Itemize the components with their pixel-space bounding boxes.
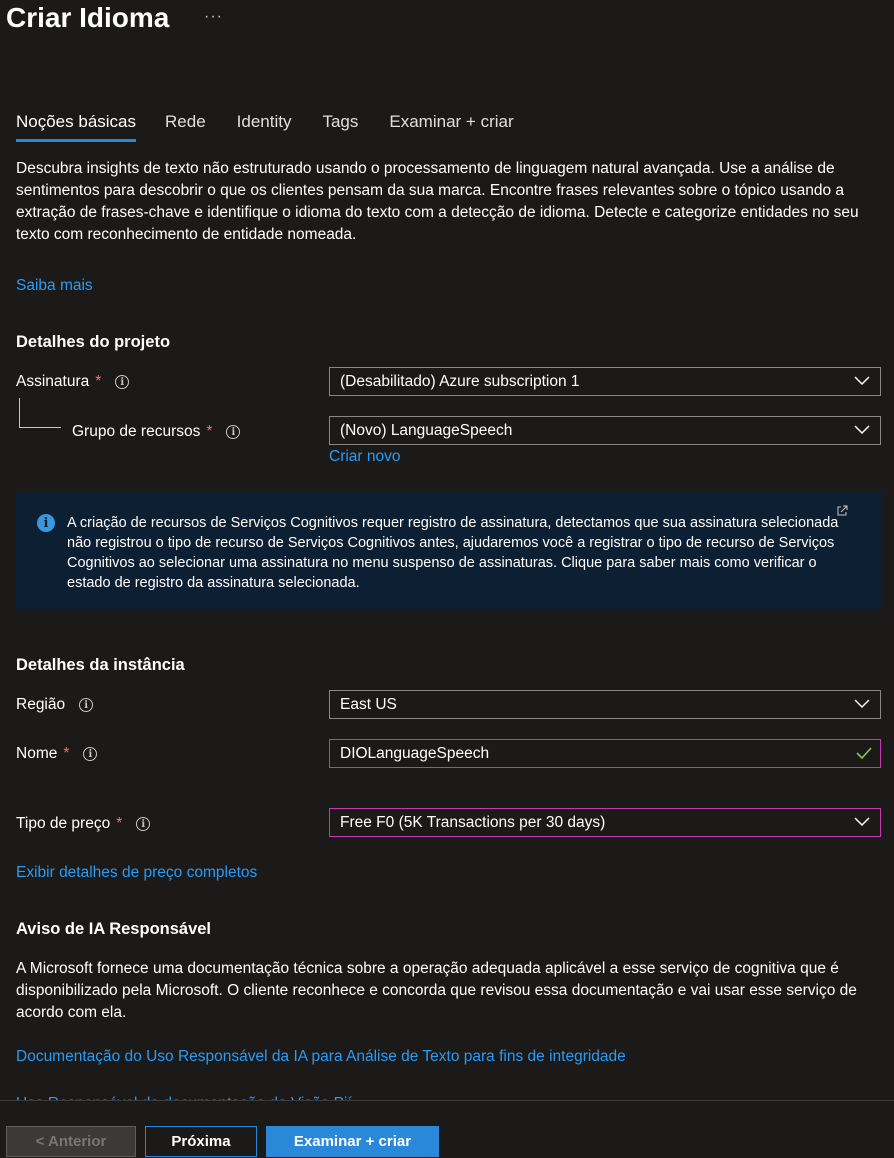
region-select[interactable]: East US bbox=[329, 690, 881, 719]
required-marker: * bbox=[206, 423, 213, 440]
tab-bar: Noções básicas Rede Identity Tags Examin… bbox=[16, 110, 545, 142]
responsible-ai-heading: Aviso de IA Responsável bbox=[16, 920, 212, 938]
resource-group-label-text: Grupo de recursos bbox=[72, 423, 201, 440]
learn-more-link[interactable]: Saiba mais bbox=[16, 277, 93, 295]
subscription-value: (Desabilitado) Azure subscription 1 bbox=[340, 372, 580, 390]
subscription-select[interactable]: (Desabilitado) Azure subscription 1 bbox=[329, 367, 881, 396]
subscription-label: Assinatura * i bbox=[16, 373, 130, 391]
chevron-down-icon bbox=[854, 699, 870, 709]
external-link-icon[interactable] bbox=[836, 505, 848, 517]
name-input[interactable]: DIOLanguageSpeech bbox=[329, 739, 881, 768]
info-icon[interactable]: i bbox=[226, 425, 241, 439]
resource-group-select[interactable]: (Novo) LanguageSpeech bbox=[329, 416, 881, 445]
tab-review-create[interactable]: Examinar + criar bbox=[389, 110, 513, 142]
create-new-link[interactable]: Criar novo bbox=[329, 448, 401, 466]
region-label-text: Região bbox=[16, 696, 66, 713]
required-marker: * bbox=[63, 745, 70, 762]
info-filled-icon: i bbox=[37, 514, 55, 532]
required-marker: * bbox=[95, 373, 102, 390]
pricing-tier-label-text: Tipo de preço bbox=[16, 815, 111, 832]
pricing-tier-select[interactable]: Free F0 (5K Transactions per 30 days) bbox=[329, 808, 881, 837]
name-label-text: Nome bbox=[16, 745, 58, 762]
resource-group-label: Grupo de recursos * i bbox=[72, 423, 241, 441]
info-icon[interactable]: i bbox=[136, 817, 151, 831]
review-create-button[interactable]: Examinar + criar bbox=[266, 1126, 439, 1157]
previous-button[interactable]: < Anterior bbox=[6, 1126, 136, 1157]
tree-connector-vertical bbox=[19, 398, 20, 427]
chevron-down-icon bbox=[854, 817, 870, 827]
instance-details-heading: Detalhes da instância bbox=[16, 656, 185, 674]
tab-network[interactable]: Rede bbox=[165, 110, 206, 142]
responsible-ai-doc-link[interactable]: Documentação do Uso Responsável da IA pa… bbox=[16, 1048, 626, 1066]
footer-divider bbox=[0, 1100, 894, 1101]
tab-tags[interactable]: Tags bbox=[322, 110, 358, 142]
page-title: Criar Idioma bbox=[6, 2, 170, 33]
name-label: Nome * i bbox=[16, 745, 98, 763]
pricing-tier-label: Tipo de preço * i bbox=[16, 815, 151, 833]
chevron-down-icon bbox=[854, 425, 870, 435]
name-value: DIOLanguageSpeech bbox=[340, 744, 490, 762]
project-details-heading: Detalhes do projeto bbox=[16, 333, 171, 351]
banner-message: A criação de recursos de Serviços Cognit… bbox=[67, 515, 839, 591]
info-icon[interactable]: i bbox=[83, 747, 98, 761]
region-value: East US bbox=[340, 695, 397, 713]
pricing-tier-value: Free F0 (5K Transactions per 30 days) bbox=[340, 813, 606, 831]
pricing-details-link[interactable]: Exibir detalhes de preço completos bbox=[16, 864, 257, 882]
next-button[interactable]: Próxima bbox=[145, 1126, 257, 1157]
responsible-ai-text: A Microsoft fornece uma documentação téc… bbox=[16, 960, 857, 1021]
checkmark-icon bbox=[856, 747, 872, 760]
tree-connector-horizontal bbox=[19, 427, 61, 428]
intro-description: Descubra insights de texto não estrutura… bbox=[16, 160, 859, 243]
required-marker: * bbox=[116, 815, 123, 832]
info-icon[interactable]: i bbox=[79, 698, 94, 712]
chevron-down-icon bbox=[854, 376, 870, 386]
more-options-button[interactable]: ··· bbox=[204, 8, 223, 26]
resource-group-value: (Novo) LanguageSpeech bbox=[340, 421, 513, 439]
tab-basics[interactable]: Noções básicas bbox=[16, 110, 137, 142]
info-icon[interactable]: i bbox=[115, 375, 130, 389]
subscription-label-text: Assinatura bbox=[16, 373, 90, 390]
region-label: Região i bbox=[16, 696, 94, 714]
tab-identity[interactable]: Identity bbox=[237, 110, 292, 142]
